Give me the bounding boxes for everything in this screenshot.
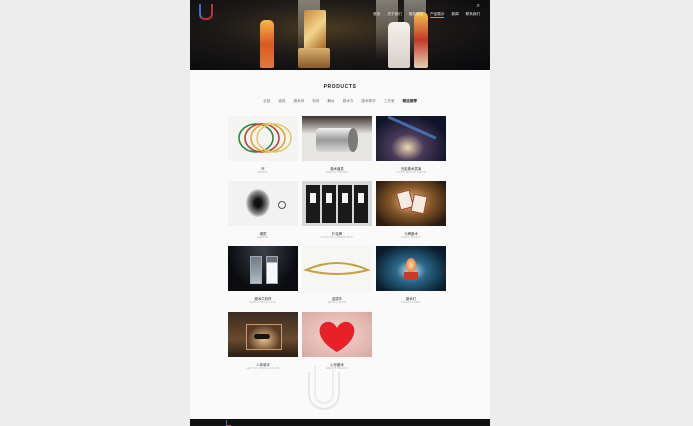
- filter-tab[interactable]: 工作室: [384, 99, 395, 104]
- footer-logo-icon: [226, 420, 231, 426]
- filter-tab[interactable]: 道具: [278, 99, 285, 104]
- category-filter-bar: 全部 道具 魔术师 特效 舞台 魔术书 魔术教学 工作室 精选推荐: [190, 99, 490, 104]
- filter-tab[interactable]: 魔术师: [293, 99, 304, 104]
- brand-logo[interactable]: [199, 4, 225, 20]
- nav-item-contact[interactable]: 联系我们: [466, 12, 480, 18]
- product-thumbnail: [302, 181, 372, 226]
- nav-item-news[interactable]: 新闻: [451, 12, 458, 18]
- product-subtitle: SMOKE: [257, 236, 269, 239]
- filter-tab[interactable]: 特效: [312, 99, 319, 104]
- product-thumbnail: [228, 181, 298, 226]
- product-card[interactable]: 扑克牌 PLAYING CARDS BOX: [302, 181, 372, 241]
- magician-figure: [388, 22, 410, 68]
- product-subtitle: CARD MAGIC: [401, 236, 421, 239]
- product-card[interactable]: 金属环 METAL RING: [302, 246, 372, 306]
- product-card[interactable]: 心形魔术 HEART MAGIC: [302, 312, 372, 372]
- product-card[interactable]: 光影魔术表演 LIGHT MAGIC SHOW: [376, 116, 446, 176]
- section-title: PRODUCTS: [323, 84, 357, 90]
- filter-tab-active[interactable]: 精选推荐: [403, 99, 417, 104]
- product-card[interactable]: 魔术道具 MAGIC PROPS: [302, 116, 372, 176]
- product-subtitle: PLAYING CARDS BOX: [320, 236, 354, 239]
- product-subtitle: MAGIC PROPS: [326, 171, 348, 174]
- product-thumbnail: [376, 246, 446, 291]
- product-thumbnail: [228, 312, 298, 357]
- nav-item-products[interactable]: 产品展示: [430, 12, 445, 18]
- product-subtitle: MAGIC LAMP: [401, 301, 421, 304]
- nav-item-home[interactable]: 首页: [373, 12, 380, 18]
- product-thumbnail: [228, 116, 298, 161]
- assistant-figure: [414, 12, 428, 68]
- product-thumbnail: [302, 312, 372, 357]
- product-card[interactable]: 烟雾 SMOKE: [228, 181, 298, 241]
- logo-mark-icon: [199, 4, 213, 20]
- filter-tab[interactable]: 魔术教学: [361, 99, 375, 104]
- product-card[interactable]: 魔术灯 MAGIC LAMP: [376, 246, 446, 306]
- page: ⌕ 首页 关于我们 服务项目 产品展示 新闻 联系我们 PRODUCTS 全部 …: [190, 0, 490, 426]
- product-subtitle: LIGHT MAGIC SHOW: [395, 171, 427, 174]
- product-subtitle: METAL RING: [327, 301, 347, 304]
- filter-tab[interactable]: 舞台: [327, 99, 334, 104]
- nav-item-about[interactable]: 关于我们: [387, 12, 401, 18]
- search-icon[interactable]: ⌕: [477, 3, 480, 10]
- product-subtitle: HEART MAGIC: [326, 367, 348, 370]
- performer-figure: [260, 20, 274, 68]
- magic-box-prop: [304, 10, 326, 50]
- product-thumbnail: [302, 246, 372, 291]
- product-card[interactable]: 卡牌魔术 CARD MAGIC: [376, 181, 446, 241]
- nav-item-services[interactable]: 服务项目: [409, 12, 423, 18]
- product-card[interactable]: 环 RINGS: [228, 116, 298, 176]
- filter-tab[interactable]: 全部: [263, 99, 270, 104]
- product-subtitle: RINGS: [258, 171, 268, 174]
- product-subtitle: MAGIC MILK CUP: [250, 301, 276, 304]
- hero-banner: ⌕ 首页 关于我们 服务项目 产品展示 新闻 联系我们: [190, 0, 490, 70]
- product-thumbnail: [228, 246, 298, 291]
- product-thumbnail: [302, 116, 372, 161]
- decorative-logo-watermark: [314, 366, 334, 404]
- magic-table-prop: [298, 48, 330, 68]
- product-thumbnail: [376, 181, 446, 226]
- product-thumbnail: [376, 116, 446, 161]
- product-card[interactable]: 魔术牛奶杯 MAGIC MILK CUP: [228, 246, 298, 306]
- footer-bar: [190, 419, 490, 426]
- product-subtitle: LEVITATION ILLUSION: [246, 367, 280, 370]
- filter-tab[interactable]: 魔术书: [343, 99, 354, 104]
- product-card[interactable]: 人体悬浮 LEVITATION ILLUSION: [228, 312, 298, 372]
- main-nav: 首页 关于我们 服务项目 产品展示 新闻 联系我们: [373, 12, 480, 18]
